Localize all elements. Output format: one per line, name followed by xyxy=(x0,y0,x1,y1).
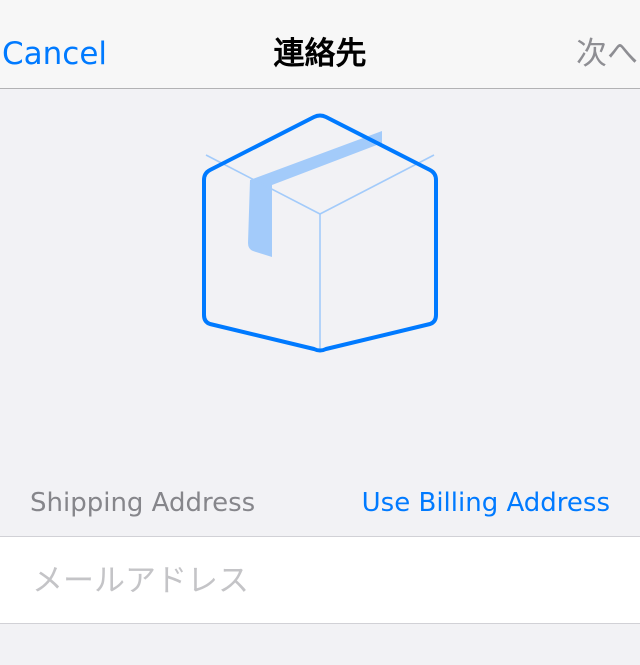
hero-illustration xyxy=(0,90,640,460)
contact-screen: Cancel 連絡先 次へ Shipping Address Use Billi… xyxy=(0,0,640,665)
shipping-section-header: Shipping Address Use Billing Address xyxy=(0,478,640,528)
package-box-icon xyxy=(202,113,438,353)
section-label: Shipping Address xyxy=(30,488,256,518)
next-button[interactable]: 次へ xyxy=(576,34,638,74)
email-cell xyxy=(0,536,640,624)
cancel-button[interactable]: Cancel xyxy=(2,34,107,74)
use-billing-address-button[interactable]: Use Billing Address xyxy=(362,486,610,520)
email-field[interactable] xyxy=(32,557,612,605)
navigation-bar: Cancel 連絡先 次へ xyxy=(0,0,640,89)
